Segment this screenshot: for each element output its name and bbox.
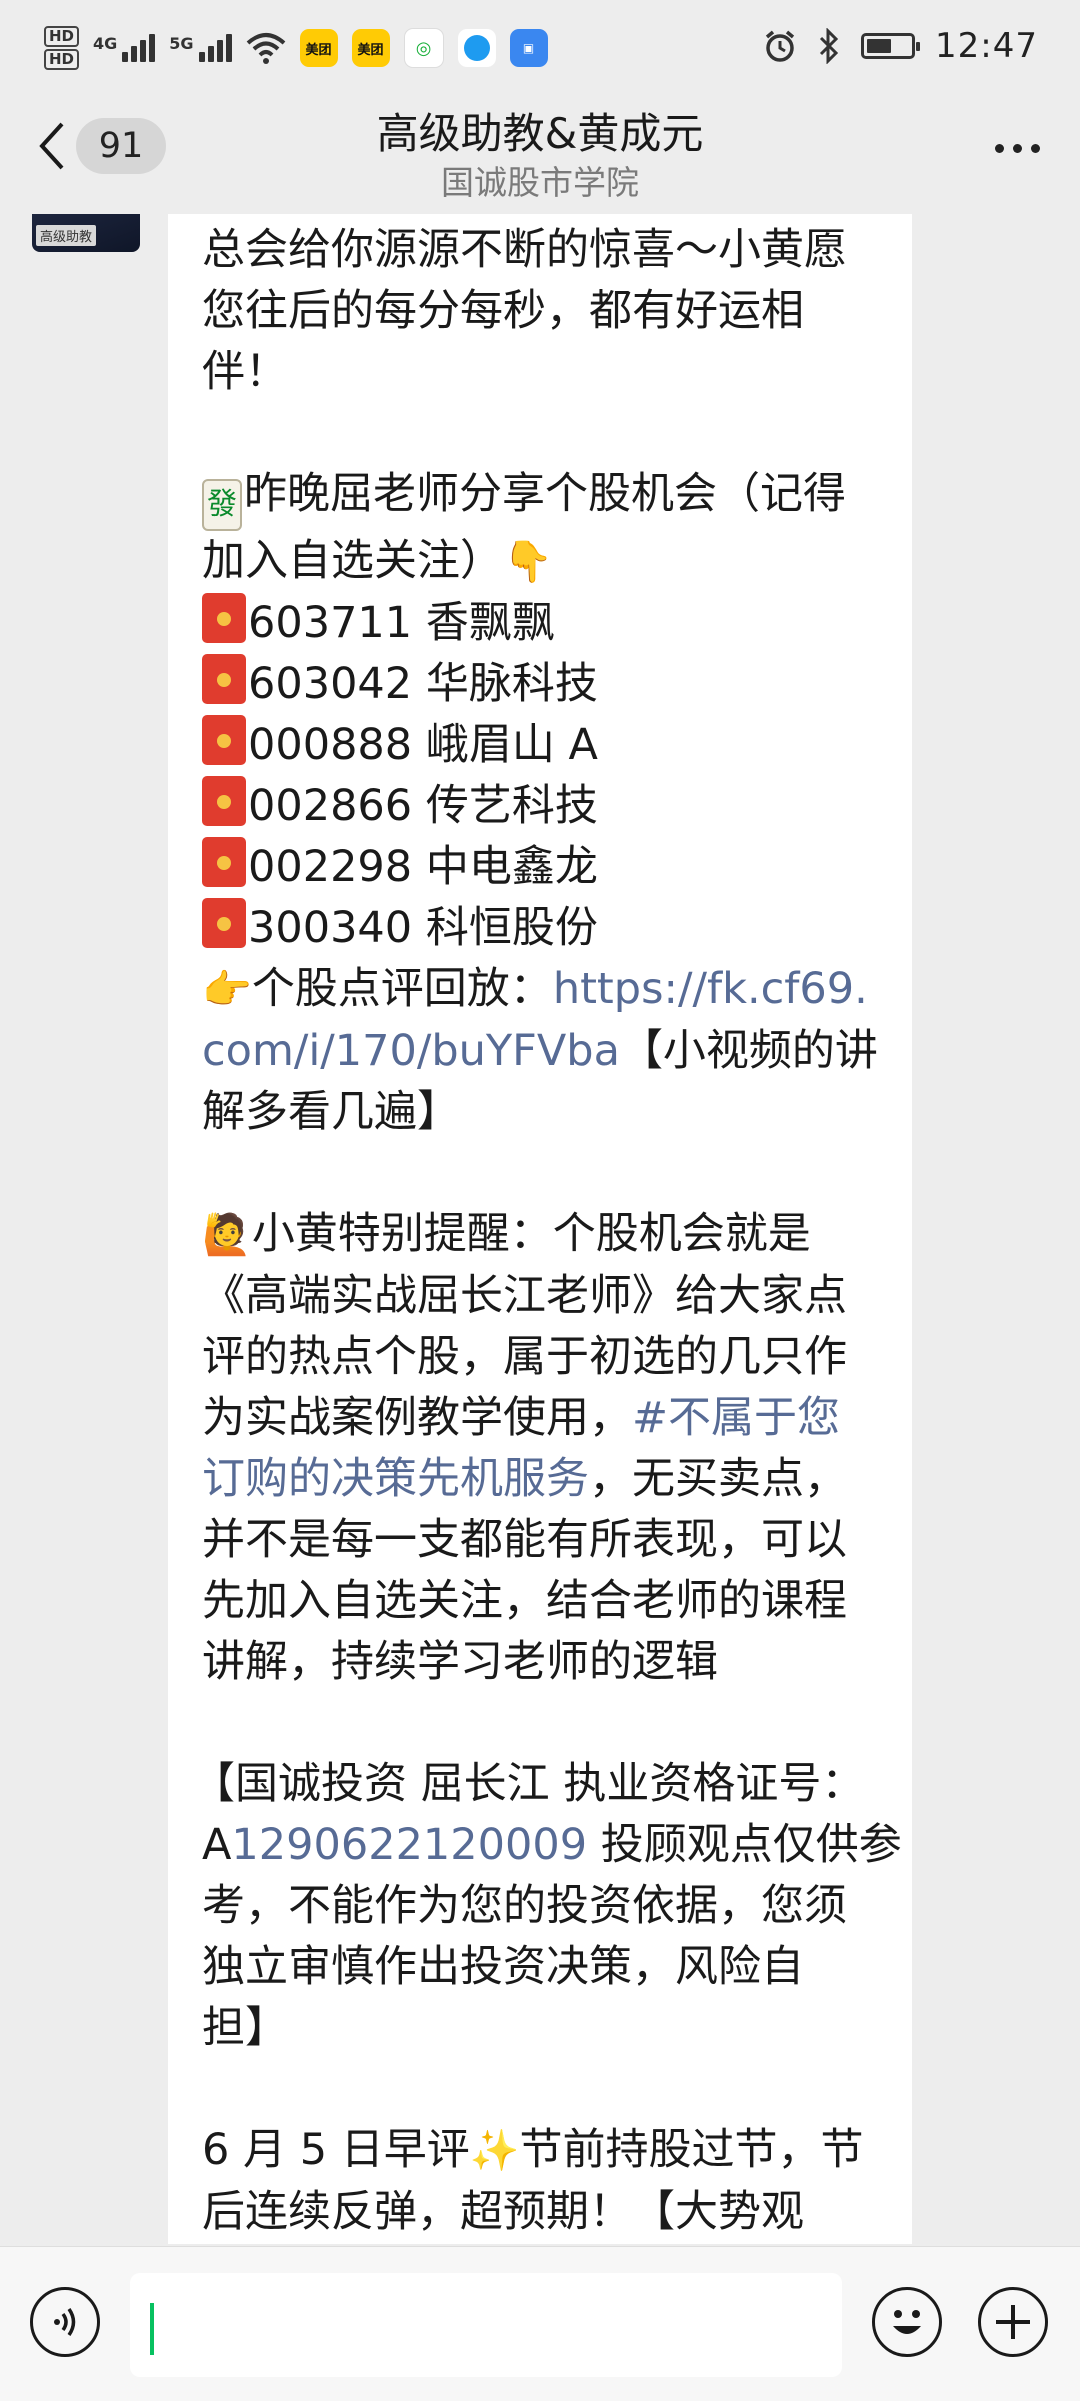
replay-link[interactable]: com/i/170/buYFVba xyxy=(202,1026,620,1076)
morning-line: 点】 xyxy=(202,2243,902,2244)
red-envelope-icon xyxy=(202,776,246,826)
chat-area[interactable]: 高级助教 总会给你源源不断的惊喜～小黄愿 您往后的每分每秒，都有好运相 伴！ 發… xyxy=(0,214,1080,2244)
share-line: 加入自选关注）👇 xyxy=(202,536,553,586)
emoji-button[interactable] xyxy=(872,2287,942,2357)
browser-app-icon xyxy=(457,29,496,67)
reminder-line: 《高端实战屈长江老师》给大家点 xyxy=(202,1271,847,1321)
reminder-line: 订购的决策先机服务，无买卖点， xyxy=(202,1454,847,1504)
network-type-1: 4G xyxy=(93,34,118,53)
chat-subtitle: 国诚股市学院 xyxy=(441,163,639,202)
emoji-icon xyxy=(893,2310,921,2334)
meituan-app-icon-2: 美团 xyxy=(351,29,390,67)
replay-link[interactable]: https://fk.cf69. xyxy=(553,964,868,1014)
dot-icon xyxy=(1031,144,1040,153)
red-envelope-icon xyxy=(202,837,246,887)
message-text: 总会给你源源不断的惊喜～小黄愿 您往后的每分每秒，都有好运相 伴！ 發昨晚屈老师… xyxy=(192,220,902,2244)
disclaimer-line: 【国诚投资 屈长江 执业资格证号： xyxy=(192,1759,865,1809)
dot-icon xyxy=(1013,144,1022,153)
share-line: 發昨晚屈老师分享个股机会（记得 xyxy=(202,464,902,531)
voice-input-button[interactable] xyxy=(30,2287,100,2357)
morning-line: 后连续反弹，超预期！【大势观 xyxy=(202,2187,804,2237)
signal-icon-2: 5G xyxy=(169,34,232,62)
chat-title: 高级助教&黄成元 xyxy=(376,109,704,158)
hashtag-link[interactable]: #不属于您 xyxy=(632,1393,840,1443)
alarm-icon xyxy=(765,30,795,62)
shopping-app-icon: ▣ xyxy=(509,29,548,67)
stock-item: 002866 传艺科技 xyxy=(202,776,902,837)
network-type-2: 5G xyxy=(169,34,194,53)
more-actions-button[interactable] xyxy=(978,2287,1048,2357)
text-line: 总会给你源源不断的惊喜～小黄愿 xyxy=(202,225,847,275)
disclaimer-line: 独立审慎作出投资决策，风险自 xyxy=(202,1942,804,1992)
chat-header: 91 高级助教&黄成元 国诚股市学院 xyxy=(0,96,1080,214)
stock-item: 300340 科恒股份 xyxy=(202,898,902,959)
mascot-icon: 🙋 xyxy=(202,1212,252,1258)
red-envelope-icon xyxy=(202,593,246,643)
hd1-label: HD xyxy=(44,26,80,47)
red-envelope-icon xyxy=(202,654,246,704)
status-bar: HD HD 4G 5G 美团 美团 ◎ ▣ 12:47 xyxy=(0,0,1080,96)
signal-icon-1: 4G xyxy=(93,34,156,62)
avatar-tag: 高级助教 xyxy=(36,225,97,246)
disclaimer-line: 担】 xyxy=(202,2003,288,2053)
reminder-line: 并不是每一支都能有所表现，可以 xyxy=(202,1515,847,1565)
phone-number-link[interactable]: 1290622120009 xyxy=(231,1820,587,1870)
mahjong-icon: 發 xyxy=(202,479,242,531)
bluetooth-icon xyxy=(819,28,839,64)
dot-icon xyxy=(995,144,1004,153)
stock-item: 603711 香飘飘 xyxy=(202,593,902,654)
red-envelope-icon xyxy=(202,898,246,948)
plus-icon xyxy=(996,2305,1030,2339)
text-line: 伴！ xyxy=(202,347,288,397)
red-envelope-icon xyxy=(202,715,246,765)
meituan-app-icon: 美团 xyxy=(299,29,338,67)
hd-indicator: HD HD xyxy=(44,26,80,70)
reminder-line: 评的热点个股，属于初选的几只作 xyxy=(202,1332,847,1382)
wifi-icon xyxy=(246,33,285,64)
hashtag-link[interactable]: 订购的决策先机服务 xyxy=(202,1454,589,1504)
message-bubble[interactable]: 总会给你源源不断的惊喜～小黄愿 您往后的每分每秒，都有好运相 伴！ 發昨晚屈老师… xyxy=(168,214,912,2244)
replay-line: 👉个股点评回放：https://fk.cf69. xyxy=(202,964,868,1014)
replay-line: 解多看几遍】 xyxy=(202,1087,460,1137)
text-caret xyxy=(150,2303,154,2355)
hd2-label: HD xyxy=(44,49,80,70)
disclaimer-line: A1290622120009 投顾观点仅供参 xyxy=(202,1820,902,1870)
reminder-line: 为实战案例教学使用，#不属于您 xyxy=(202,1393,841,1443)
reminder-line: 先加入自选关注，结合老师的课程 xyxy=(202,1576,847,1626)
stock-item: 000888 峨眉山 A xyxy=(202,715,902,776)
more-options-button[interactable] xyxy=(995,144,1040,153)
clock: 12:47 xyxy=(935,26,1038,66)
reminder-line: 🙋小黄特别提醒：个股机会就是 xyxy=(202,1209,811,1259)
morning-line: 6 月 5 日早评✨节前持股过节，节 xyxy=(202,2125,864,2175)
sparkles-icon: ✨ xyxy=(469,2128,520,2174)
chat-app-icon: ◎ xyxy=(403,28,444,68)
replay-line: com/i/170/buYFVba【小视频的讲 xyxy=(202,1026,878,1076)
text-line: 您往后的每分每秒，都有好运相 xyxy=(202,286,804,336)
sender-avatar[interactable]: 高级助教 xyxy=(32,214,140,252)
message-input[interactable] xyxy=(130,2273,842,2377)
voice-icon xyxy=(54,2308,76,2336)
pointing-right-icon: 👉 xyxy=(202,967,252,1013)
input-bar xyxy=(0,2246,1080,2401)
disclaimer-line: 考，不能作为您的投资依据，您须 xyxy=(202,1881,847,1931)
battery-icon xyxy=(861,33,921,59)
reminder-line: 讲解，持续学习老师的逻辑 xyxy=(202,1637,718,1687)
stock-item: 002298 中电鑫龙 xyxy=(202,837,902,898)
stock-item: 603042 华脉科技 xyxy=(202,654,902,715)
pointing-down-icon: 👇 xyxy=(503,539,553,585)
